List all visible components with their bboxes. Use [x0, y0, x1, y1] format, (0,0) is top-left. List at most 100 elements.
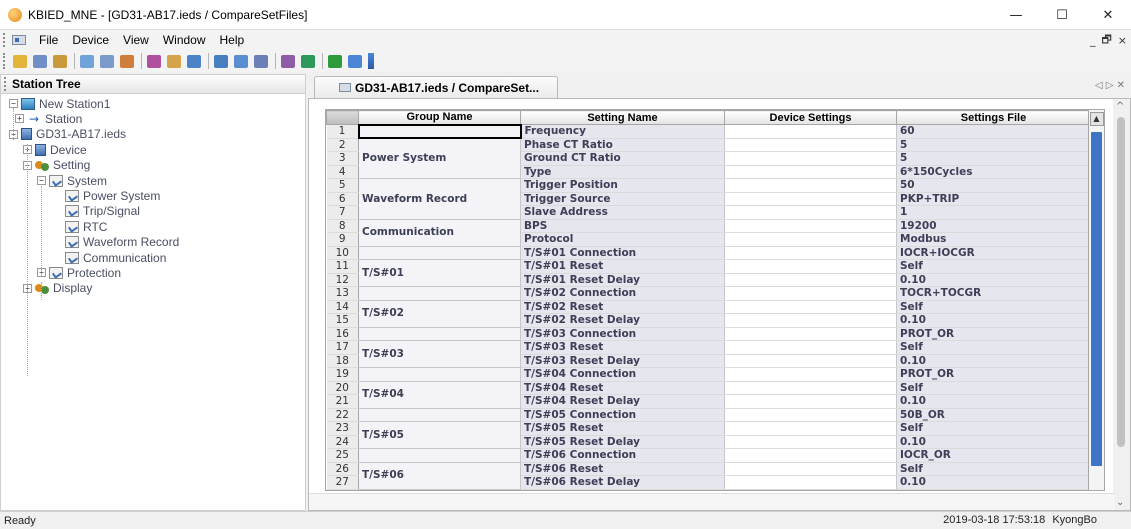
setting-name-cell[interactable]: T/S#04 Connection — [520, 367, 725, 382]
setting-name-cell[interactable]: Protocol — [520, 232, 725, 247]
settings-file-cell[interactable]: 0.10 — [896, 273, 1088, 287]
waveform-button[interactable] — [252, 52, 270, 70]
setting-name-cell[interactable]: Ground CT Ratio — [520, 151, 725, 166]
row-number[interactable]: 27 — [326, 475, 359, 490]
settings-file-cell[interactable]: 19200 — [896, 219, 1088, 233]
minimize-button[interactable]: — — [993, 0, 1039, 30]
window-button[interactable] — [232, 52, 250, 70]
tree-node-display[interactable]: + Display — [23, 281, 92, 296]
tree-node-station[interactable]: + → Station — [15, 111, 82, 126]
settings-file-cell[interactable]: 50B_OR — [896, 408, 1088, 422]
tree-node-protection[interactable]: + Protection — [37, 265, 121, 280]
table-row[interactable]: 13 T/S#02 Connection TOCR+TOCGR — [326, 286, 1088, 301]
device-settings-cell[interactable] — [724, 394, 897, 409]
settings-file-cell[interactable]: Self — [896, 259, 1088, 274]
table-row[interactable]: 16 T/S#03 Connection PROT_OR — [326, 327, 1088, 341]
row-number[interactable]: 5 — [326, 178, 359, 193]
row-number[interactable]: 19 — [326, 367, 359, 382]
group-name-cell[interactable] — [358, 246, 521, 260]
row-number[interactable]: 4 — [326, 165, 359, 179]
setting-name-cell[interactable]: T/S#03 Reset — [520, 340, 725, 355]
table-row[interactable]: 19 T/S#04 Connection PROT_OR — [326, 367, 1088, 382]
group-name-cell[interactable] — [358, 286, 521, 301]
mdi-minimize-button[interactable]: _ — [1090, 34, 1096, 47]
settings-file-cell[interactable]: 0.10 — [896, 313, 1088, 328]
device-settings-cell[interactable] — [724, 367, 897, 382]
grid-scrollbar-thumb[interactable] — [1091, 132, 1102, 466]
device-add-button[interactable] — [51, 52, 69, 70]
setting-name-cell[interactable]: T/S#06 Reset — [520, 462, 725, 476]
row-number[interactable]: 6 — [326, 192, 359, 206]
table-row[interactable]: 1 Frequency 60 — [326, 123, 1088, 139]
setting-name-cell[interactable]: Phase CT Ratio — [520, 138, 725, 152]
help-button[interactable] — [346, 52, 364, 70]
device-settings-cell[interactable] — [724, 421, 897, 436]
group-name-cell[interactable] — [358, 448, 521, 463]
table-row[interactable]: 10 T/S#01 Connection IOCR+IOCGR — [326, 246, 1088, 260]
device-settings-cell[interactable] — [724, 151, 897, 166]
toolbar-grip[interactable] — [3, 53, 8, 69]
device-settings-cell[interactable] — [724, 138, 897, 152]
table-row[interactable]: 20 T/S#04 T/S#04 Reset Self — [326, 381, 1088, 409]
table-row[interactable]: 26 T/S#06 T/S#06 Reset Self — [326, 462, 1088, 490]
row-number[interactable]: 26 — [326, 462, 359, 476]
setting-name-cell[interactable]: T/S#04 Reset Delay — [520, 394, 725, 409]
group-name-cell[interactable]: Waveform Record — [358, 178, 521, 220]
menu-window[interactable]: Window — [156, 30, 213, 50]
row-number[interactable]: 9 — [326, 232, 359, 247]
table-row[interactable]: 5 Waveform Record Trigger Position 50 — [326, 178, 1088, 220]
row-number[interactable]: 18 — [326, 354, 359, 368]
settings-file-cell[interactable]: PROT_OR — [896, 367, 1088, 382]
tab-navigation[interactable]: ◁ ▷ ✕ — [1095, 80, 1125, 91]
setting-name-cell[interactable]: T/S#03 Reset Delay — [520, 354, 725, 368]
device-settings-cell[interactable] — [724, 462, 897, 476]
row-number[interactable]: 21 — [326, 394, 359, 409]
tree-node-trip-signal[interactable]: Trip/Signal — [53, 204, 140, 219]
setting-name-cell[interactable]: T/S#03 Connection — [520, 327, 725, 341]
menu-view[interactable]: View — [116, 30, 156, 50]
settings-file-cell[interactable]: 6*150Cycles — [896, 165, 1088, 179]
setting-name-cell[interactable]: T/S#06 Connection — [520, 448, 725, 463]
row-number[interactable]: 3 — [326, 151, 359, 166]
settings-file-cell[interactable]: Self — [896, 381, 1088, 395]
collapse-icon[interactable]: − — [37, 176, 46, 185]
settings-file-cell[interactable]: Self — [896, 300, 1088, 314]
setting-name-cell[interactable]: T/S#05 Reset Delay — [520, 435, 725, 449]
upload-button[interactable] — [165, 52, 183, 70]
close-button[interactable]: ✕ — [1085, 0, 1131, 30]
tree-node-power-system[interactable]: Power System — [53, 188, 160, 203]
group-name-cell[interactable] — [358, 327, 521, 341]
setting-name-cell[interactable]: Slave Address — [520, 205, 725, 220]
document-menu-icon[interactable] — [12, 35, 26, 45]
collapse-icon[interactable]: − — [9, 99, 18, 108]
settings-file-cell[interactable]: Self — [896, 421, 1088, 436]
device-settings-cell[interactable] — [724, 124, 897, 139]
setting-name-cell[interactable]: Trigger Position — [520, 178, 725, 193]
row-number[interactable]: 14 — [326, 300, 359, 314]
row-number[interactable]: 1 — [326, 124, 359, 139]
table-row[interactable]: 23 T/S#05 T/S#05 Reset Self — [326, 421, 1088, 449]
setting-name-cell[interactable]: Frequency — [520, 124, 725, 139]
column-header-settings-file[interactable]: Settings File — [896, 110, 1088, 125]
row-number[interactable]: 11 — [326, 259, 359, 274]
setting-name-cell[interactable]: BPS — [520, 219, 725, 233]
device-settings-cell[interactable] — [724, 205, 897, 220]
menu-device[interactable]: Device — [65, 30, 116, 50]
group-name-cell[interactable]: T/S#06 — [358, 462, 521, 490]
setting-name-cell[interactable]: T/S#02 Reset Delay — [520, 313, 725, 328]
setting-name-cell[interactable]: T/S#01 Reset — [520, 259, 725, 274]
group-name-cell[interactable]: Power System — [358, 138, 521, 179]
mdi-restore-button[interactable]: 🗗 — [1101, 31, 1111, 50]
chevron-down-icon[interactable]: ⌄ — [1116, 497, 1124, 508]
wave-compare-button[interactable] — [279, 52, 297, 70]
table-row[interactable]: 17 T/S#03 T/S#03 Reset Self — [326, 340, 1088, 368]
row-number[interactable]: 12 — [326, 273, 359, 287]
row-number[interactable]: 20 — [326, 381, 359, 395]
device-settings-cell[interactable] — [724, 327, 897, 341]
row-number[interactable]: 2 — [326, 138, 359, 152]
pane-grip[interactable] — [4, 77, 8, 91]
row-number[interactable]: 17 — [326, 340, 359, 355]
tree-node-system[interactable]: − System — [37, 173, 107, 188]
column-header-group-name[interactable]: Group Name — [358, 110, 521, 125]
group-name-cell[interactable]: Communication — [358, 219, 521, 247]
